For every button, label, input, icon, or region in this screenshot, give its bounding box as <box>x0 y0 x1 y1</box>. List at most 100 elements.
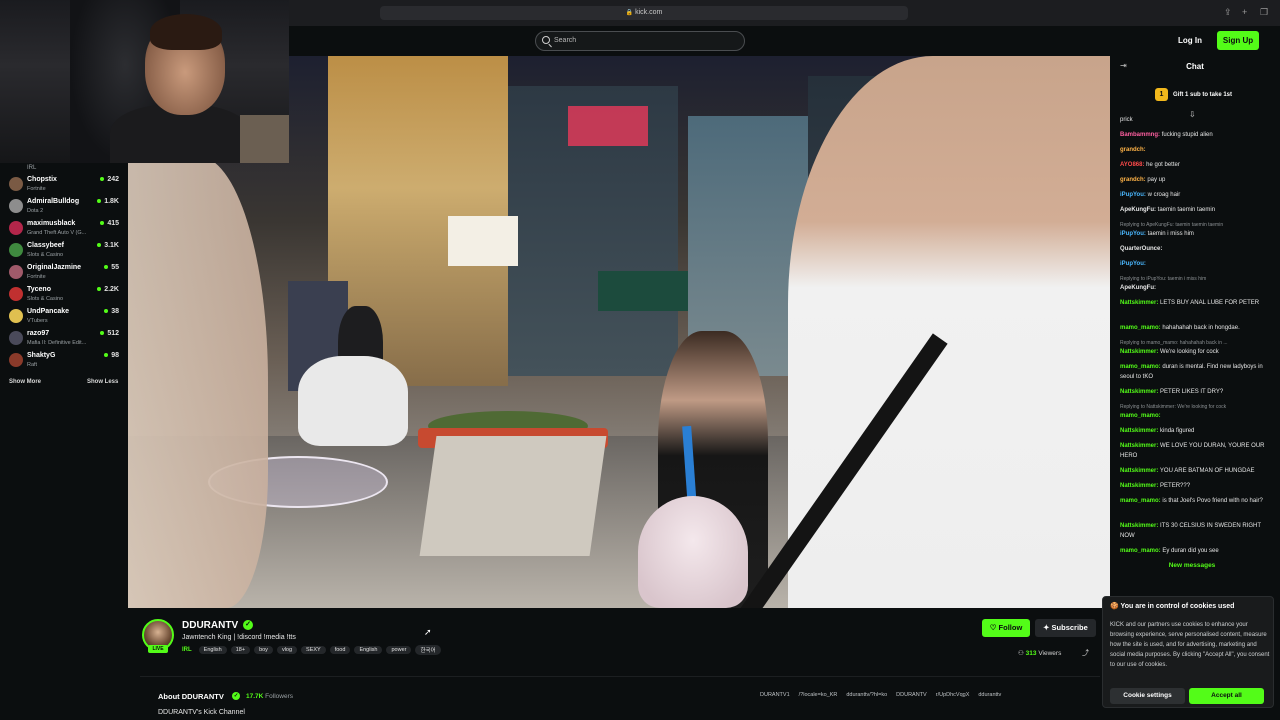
follow-button[interactable]: ♡ Follow <box>982 619 1030 637</box>
webcam-person-hair <box>150 14 222 50</box>
divider <box>140 676 1100 677</box>
chat-text: PETER LIKES IT DRY? <box>1160 389 1224 395</box>
social-link[interactable]: DURANTV1 <box>760 692 790 698</box>
stream-tag[interactable]: 18+ <box>230 646 251 654</box>
chat-username[interactable]: grandch: <box>1120 177 1146 183</box>
channel-category: Mafia II: Definitive Edit... <box>27 340 87 346</box>
stream-tag[interactable]: English <box>198 646 227 654</box>
cookie-title: 🍪 You are in control of cookies used <box>1110 602 1234 610</box>
chat-username[interactable]: Nattskimmer: <box>1120 468 1158 474</box>
live-dot-icon <box>100 331 105 336</box>
gift-sub-banner[interactable]: Gift 1 sub to take 1st <box>1110 84 1280 106</box>
stream-tag[interactable]: vlog <box>276 646 298 654</box>
cookie-icon: 🍪 <box>1110 603 1121 610</box>
stream-tag[interactable]: 한국어 <box>415 645 441 655</box>
chat-username[interactable]: Nattskimmer: <box>1120 349 1158 355</box>
avatar <box>9 309 23 323</box>
live-dot-icon <box>97 199 102 204</box>
chat-message: mamo_mamo: hahahahah back in hongdae. <box>1120 324 1272 334</box>
chat-message: Nattskimmer: WE LOVE YOU DURAN, YOURE OU… <box>1120 442 1272 461</box>
social-link[interactable]: /?locale=ko_KR <box>799 692 838 698</box>
stream-tag[interactable]: food <box>329 646 351 654</box>
social-link[interactable]: DDURANTV <box>896 692 927 698</box>
chat-message: QuarterOunce: <box>1120 245 1272 255</box>
chat-username[interactable]: mamo_mamo: <box>1120 413 1161 419</box>
chat-username[interactable]: iPupYou: <box>1120 261 1146 267</box>
video-hand <box>128 156 268 608</box>
accept-all-cookies-button[interactable]: Accept all <box>1189 688 1264 704</box>
chat-username[interactable]: mamo_mamo: <box>1120 325 1161 331</box>
show-less-button[interactable]: Show Less <box>87 379 118 385</box>
chat-text: kinda figured <box>1160 428 1195 434</box>
chat-message: mamo_mamo: duran is mental. Find new lad… <box>1120 363 1272 382</box>
sidebar-channel-item[interactable]: Tyceno Slots & Casino 2.2K <box>0 284 128 306</box>
chat-text: We're looking for cock <box>1160 349 1219 355</box>
sidebar-channel-item[interactable]: AdmiralBulldog Dota 2 1.8K <box>0 196 128 218</box>
chat-username[interactable]: mamo_mamo: <box>1120 364 1161 370</box>
share-icon[interactable]: ⤴ <box>1082 648 1089 658</box>
stream-tag[interactable]: power <box>386 646 412 654</box>
sidebar-channel-item[interactable]: OriginalJazmine Fortnite 55 <box>0 262 128 284</box>
chat-text: LETS BUY ANAL LUBE FOR PETER <box>1160 300 1260 306</box>
webcam-overlay <box>0 0 289 163</box>
video-cup <box>638 496 748 608</box>
chat-username[interactable]: AYO868: <box>1120 162 1144 168</box>
channel-name: Classybeef <box>27 242 64 249</box>
address-bar[interactable]: 🔒 kick.com <box>380 6 908 20</box>
channel-viewers: 2.2K <box>97 286 119 293</box>
chat-username[interactable]: mamo_mamo: <box>1120 548 1161 554</box>
chat-username[interactable]: mamo_mamo: <box>1120 498 1161 504</box>
chat-username[interactable]: Nattskimmer: <box>1120 300 1158 306</box>
channel-viewers: 55 <box>104 264 119 271</box>
social-link[interactable]: dduranttv/?hl=ko <box>846 692 887 698</box>
chat-username[interactable]: iPupYou: <box>1120 192 1146 198</box>
sidebar-channel-item[interactable]: ShaktyG Raft 98 <box>0 350 128 372</box>
social-link[interactable]: r/UpDhcVqgX <box>936 692 970 698</box>
chat-username[interactable]: grandch: <box>1120 147 1146 153</box>
avatar <box>9 353 23 367</box>
show-more-button[interactable]: Show More <box>9 379 41 385</box>
chat-username[interactable]: Nattskimmer: <box>1120 483 1158 489</box>
chat-username[interactable]: Nattskimmer: <box>1120 523 1158 529</box>
cookie-settings-button[interactable]: Cookie settings <box>1110 688 1185 704</box>
sidebar-channel-item[interactable]: Classybeef Slots & Casino 3.1K <box>0 240 128 262</box>
stream-tag[interactable]: English <box>354 646 383 654</box>
channel-category: Grand Theft Auto V (G... <box>27 230 87 236</box>
live-dot-icon <box>104 265 109 270</box>
login-button[interactable]: Log In <box>1172 33 1208 49</box>
chat-username[interactable]: Nattskimmer: <box>1120 428 1158 434</box>
sidebar-channel-item[interactable]: razo97 Mafia II: Definitive Edit... 512 <box>0 328 128 350</box>
share-icon[interactable]: ⇪ <box>1224 7 1232 18</box>
chat-username[interactable]: ApeKungFu: <box>1120 207 1156 213</box>
new-messages-indicator[interactable]: New messages <box>1112 562 1272 569</box>
sidebar-channel-item[interactable]: Chopstix Fortnite 242 <box>0 174 128 196</box>
social-link[interactable]: dduranttv <box>978 692 1001 698</box>
channel-category: Slots & Casino <box>27 296 64 302</box>
chat-text: is that Joel's Povo friend with no hair? <box>1162 498 1263 504</box>
sidebar-channel-item[interactable]: maximusblack Grand Theft Auto V (G... 415 <box>0 218 128 240</box>
channel-category: Fortnite <box>27 274 46 280</box>
chat-text: taemin taemin taemin <box>1157 207 1216 213</box>
stream-tag[interactable]: SEXY <box>301 646 326 654</box>
video-planter <box>419 436 607 556</box>
search-input[interactable]: Search <box>535 31 745 51</box>
tabs-icon[interactable]: ❐ <box>1260 7 1268 18</box>
subscribe-button[interactable]: ✦ Subscribe <box>1035 619 1096 637</box>
chat-text: pay up <box>1147 177 1166 183</box>
chat-username[interactable]: QuarterOunce: <box>1120 246 1162 252</box>
sidebar-channel-item[interactable]: UndPancake VTubers 38 <box>0 306 128 328</box>
category-link[interactable]: IRL <box>182 647 192 653</box>
stream-tag[interactable]: boy <box>254 646 273 654</box>
new-tab-icon[interactable]: + <box>1242 7 1247 17</box>
chat-username[interactable]: iPupYou: <box>1120 231 1146 237</box>
chat-username[interactable]: Nattskimmer: <box>1120 443 1158 449</box>
chat-username[interactable]: ApeKungFu: <box>1120 285 1156 291</box>
chat-username[interactable]: Bambammng: <box>1120 132 1160 138</box>
streamer-name[interactable]: DDURANTV <box>182 620 238 631</box>
signup-button[interactable]: Sign Up <box>1217 31 1259 50</box>
chat-username[interactable]: Nattskimmer: <box>1120 389 1158 395</box>
channel-name: maximusblack <box>27 220 76 227</box>
url-text: kick.com <box>635 9 663 16</box>
collapse-chat-icon[interactable]: ⇥ <box>1120 61 1127 70</box>
chat-message: Nattskimmer: kinda figured <box>1120 427 1272 437</box>
